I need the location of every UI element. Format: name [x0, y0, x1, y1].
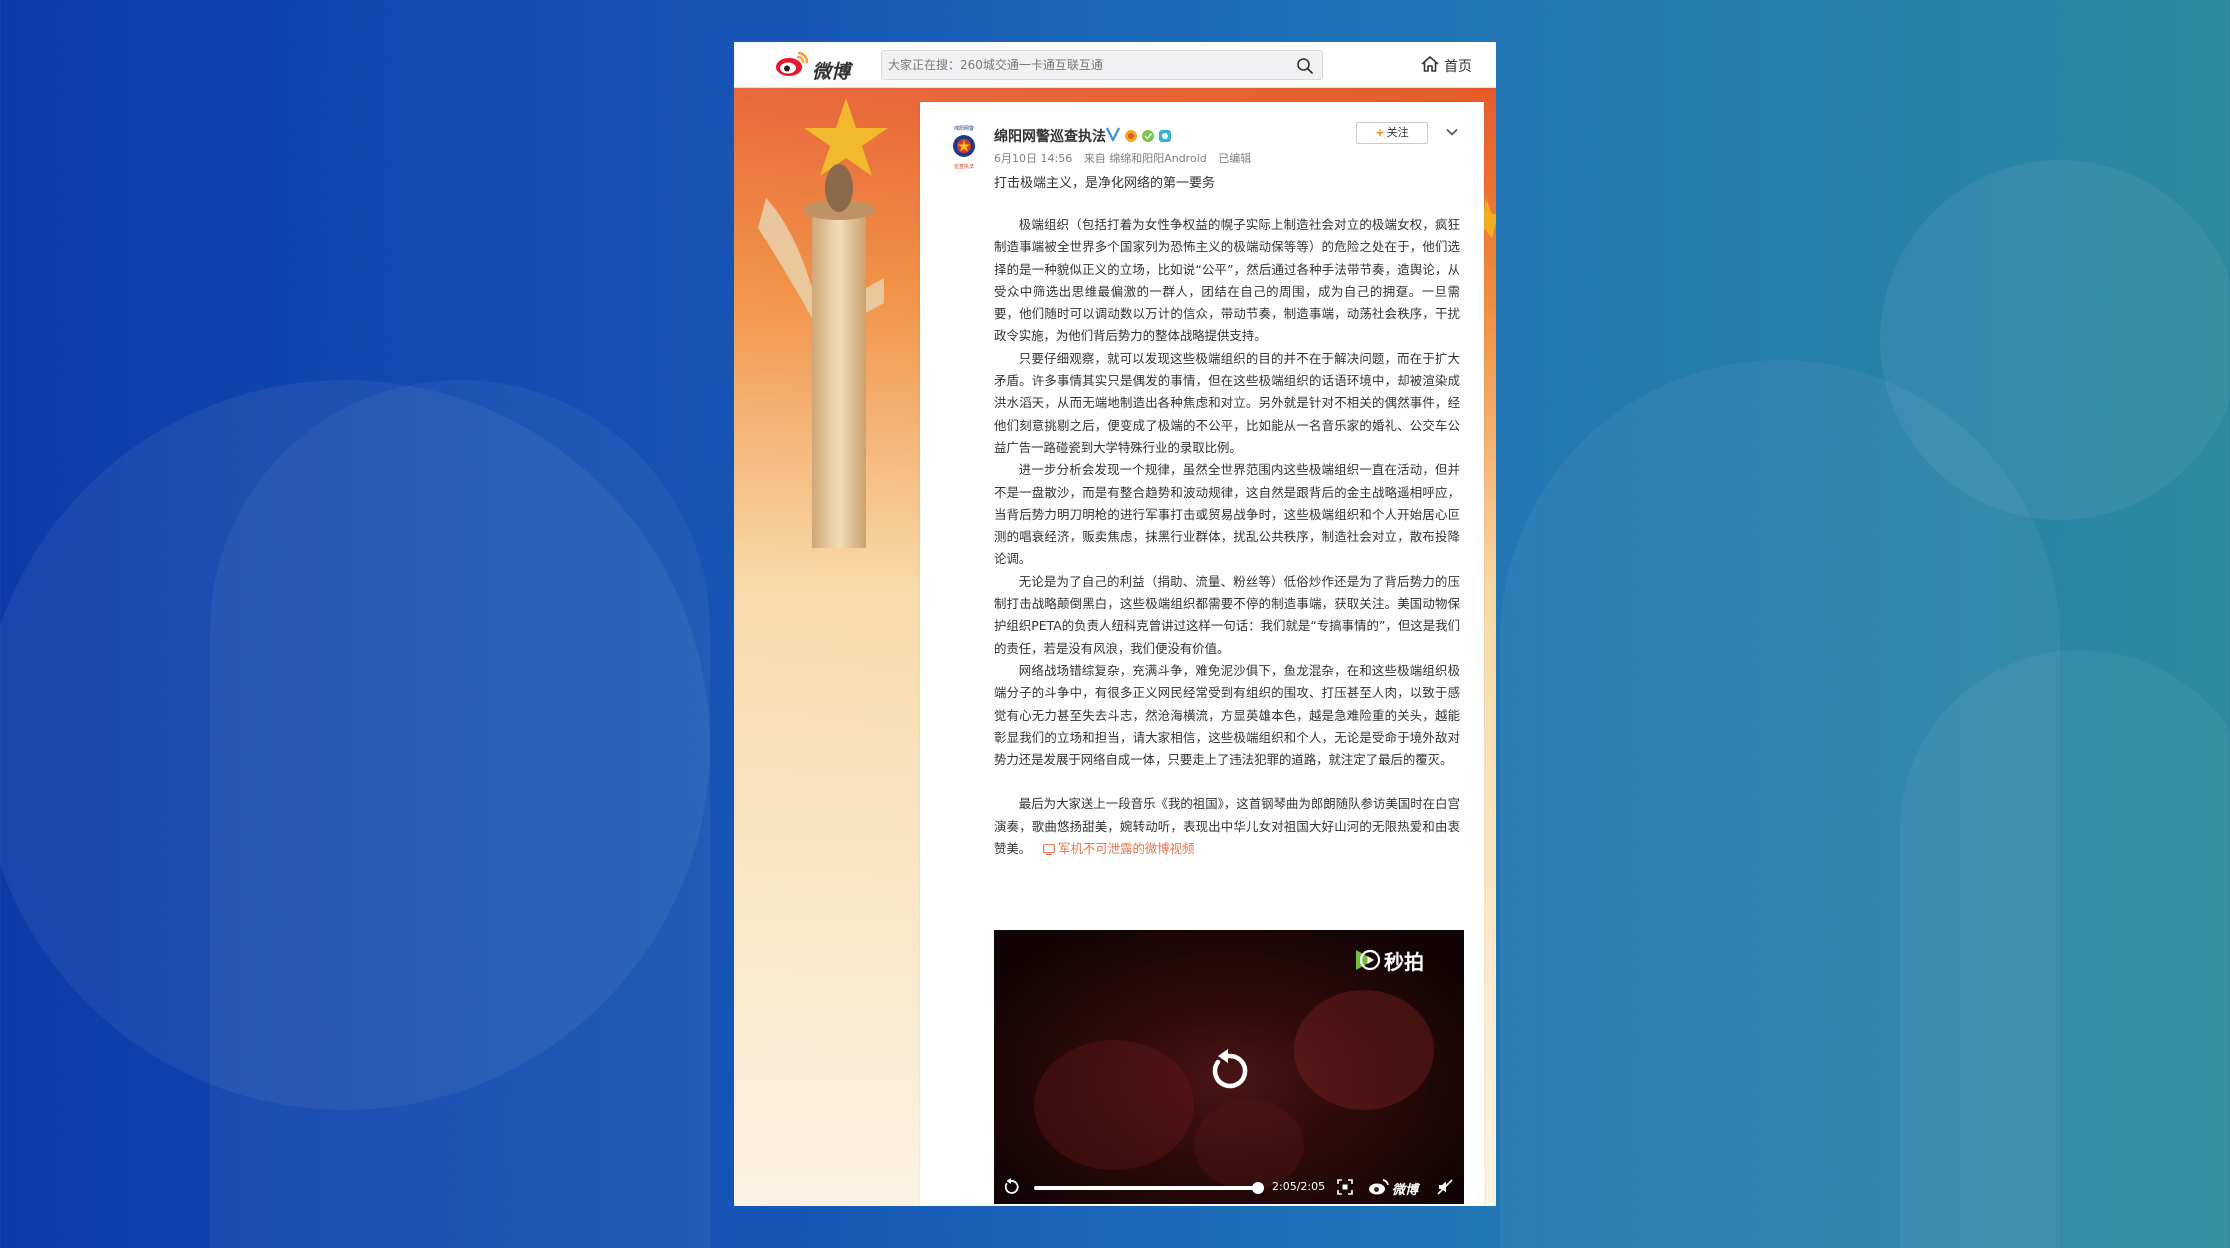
bg-circle-right — [1880, 160, 2230, 520]
author-name[interactable]: 绵阳网警巡查执法 — [994, 126, 1106, 146]
video-scene-shape — [1294, 990, 1434, 1110]
avatar-caption-bottom: 巡查执法 — [953, 164, 974, 170]
weibo-watermark-text: 微博 — [1392, 1183, 1419, 1198]
video-link-label: 军机不可泄露的微博视频 — [1058, 841, 1195, 857]
post-closing-paragraph: 最后为大家送上一段音乐《我的祖国》，这首钢琴曲为郎朗随队参访美国时在白宫演奏，歌… — [994, 793, 1460, 860]
badge-icon-1 — [1125, 130, 1137, 142]
avatar-caption-top: 绵阳网警 — [953, 126, 974, 132]
follow-label: 关注 — [1386, 126, 1409, 139]
search-box — [881, 50, 1323, 80]
plus-icon: + — [1375, 126, 1385, 139]
video-time: 2:05/2:05 — [1272, 1180, 1326, 1193]
video-link[interactable]: 军机不可泄露的微博视频 — [1043, 841, 1194, 856]
video-link-icon — [1043, 844, 1056, 856]
mute-icon[interactable] — [1436, 1178, 1454, 1196]
video-watermark-text: 秒拍 — [1384, 950, 1424, 974]
bg-arch-right — [1500, 360, 2060, 1248]
post-card: 绵阳网警 巡查执法 绵阳网警巡查执法 6月10日 14:56 来自 绵绵和阳阳A… — [920, 102, 1484, 1206]
follow-button[interactable]: + 关注 — [1356, 122, 1428, 144]
author-avatar[interactable]: 绵阳网警 巡查执法 — [946, 124, 982, 172]
video-progress-bar[interactable] — [1034, 1182, 1264, 1194]
verified-v-icon — [1106, 127, 1120, 142]
video-player[interactable]: 秒拍 2:05/2:05 微博 — [994, 930, 1464, 1204]
bg-circle-left — [0, 380, 710, 1110]
post-paragraph: 极端组织（包括打着为女性争权益的幌子实际上制造社会对立的极端女权，疯狂制造事端被… — [994, 217, 1460, 344]
weibo-window: 微博 首页 — [734, 42, 1496, 1206]
logo-text: 微博 — [812, 61, 851, 83]
search-icon[interactable] — [1296, 57, 1314, 75]
weibo-logo-icon — [776, 51, 809, 76]
post-paragraph: 进一步分析会发现一个规律，虽然全世界范围内这些极端组织一直在活动，但并不是一盘散… — [994, 462, 1460, 567]
home-icon — [1421, 56, 1439, 72]
bg-arch-far-right — [1900, 650, 2230, 1248]
search-input[interactable] — [888, 55, 1288, 75]
post-paragraph: 网络战场错综复杂，充满斗争，难免泥沙俱下，鱼龙混杂，在和这些极端组织极端分子的斗… — [994, 662, 1460, 768]
video-scene-shape — [1034, 1040, 1194, 1170]
video-controls: 2:05/2:05 微博 — [994, 1170, 1464, 1204]
home-label: 首页 — [1444, 59, 1472, 75]
badge-icon-3 — [1159, 130, 1171, 142]
video-progress-knob[interactable] — [1252, 1182, 1264, 1194]
fullscreen-icon[interactable] — [1336, 1178, 1354, 1196]
post-edited: 已编辑 — [1218, 152, 1252, 165]
video-progress-fill — [1034, 1186, 1258, 1190]
top-navigation-bar: 微博 首页 — [734, 42, 1496, 88]
post-meta: 6月10日 14:56 来自 绵绵和阳阳Android 已编辑 — [994, 150, 1259, 166]
weibo-small-logo-icon — [1369, 1179, 1389, 1195]
post-source[interactable]: 来自 绵绵和阳阳Android — [1084, 152, 1207, 165]
bg-arch-left — [210, 380, 710, 1248]
weibo-logo[interactable]: 微博 — [774, 49, 894, 83]
home-link[interactable]: 首页 — [1420, 54, 1480, 76]
replay-small-icon[interactable] — [1002, 1178, 1020, 1196]
post-paragraph: 只要仔细观察，就可以发现这些极端组织的目的并不在于解决问题，而在于扩大矛盾。许多… — [994, 350, 1460, 455]
weibo-watermark: 微博 — [1368, 1176, 1424, 1198]
miaopai-logo-icon — [1356, 949, 1380, 971]
video-watermark: 秒拍 — [1352, 944, 1452, 974]
post-paragraph: 无论是为了自己的利益（捐助、流量、粉丝等）低俗炒作还是为了背后势力的压制打击战略… — [994, 573, 1460, 656]
replay-icon[interactable] — [1206, 1048, 1252, 1094]
post-title: 打击极端主义，是净化网络的第一要务 — [994, 176, 1216, 191]
user-badges — [1125, 130, 1171, 142]
chevron-down-icon[interactable] — [1444, 124, 1460, 140]
post-body: 极端组织（包括打着为女性争权益的幌子实际上制造社会对立的极端女权，疯狂制造事端被… — [994, 214, 1460, 860]
post-time[interactable]: 6月10日 14:56 — [994, 152, 1072, 165]
badge-icon-2 — [1142, 130, 1154, 142]
